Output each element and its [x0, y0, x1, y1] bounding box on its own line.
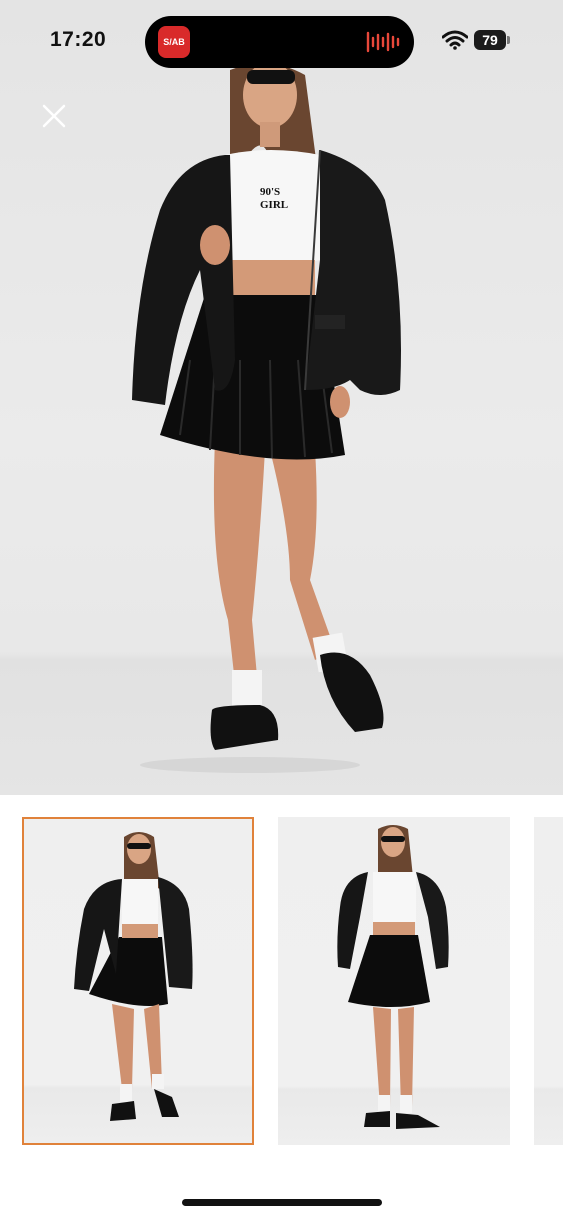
thumbnail-3[interactable]: [534, 817, 563, 1145]
product-image-viewer[interactable]: 90'S GIRL 17:20 S/AB 79: [0, 0, 563, 795]
audio-wave-icon: [366, 31, 400, 53]
dynamic-island: S/AB: [145, 16, 414, 68]
status-bar: 17:20 S/AB 79: [0, 0, 563, 84]
battery-icon: 79: [474, 30, 506, 50]
app-badge-icon: S/AB: [158, 26, 190, 58]
main-product-photo: 90'S GIRL: [132, 62, 401, 773]
thumbnail-1[interactable]: [22, 817, 254, 1145]
battery-tip: [507, 36, 510, 44]
svg-text:GIRL: GIRL: [260, 199, 288, 211]
wifi-icon: [442, 30, 468, 50]
thumbnail-2[interactable]: [278, 817, 510, 1145]
clock: 17:20: [50, 28, 107, 51]
close-icon: [42, 104, 66, 128]
thumbnail-photo: [337, 825, 449, 1129]
thumbnail-photo: [74, 832, 193, 1121]
thumbnail-strip[interactable]: [0, 795, 563, 1165]
home-indicator[interactable]: [182, 1199, 382, 1206]
close-button[interactable]: [34, 96, 74, 136]
svg-text:90'S: 90'S: [260, 186, 280, 198]
